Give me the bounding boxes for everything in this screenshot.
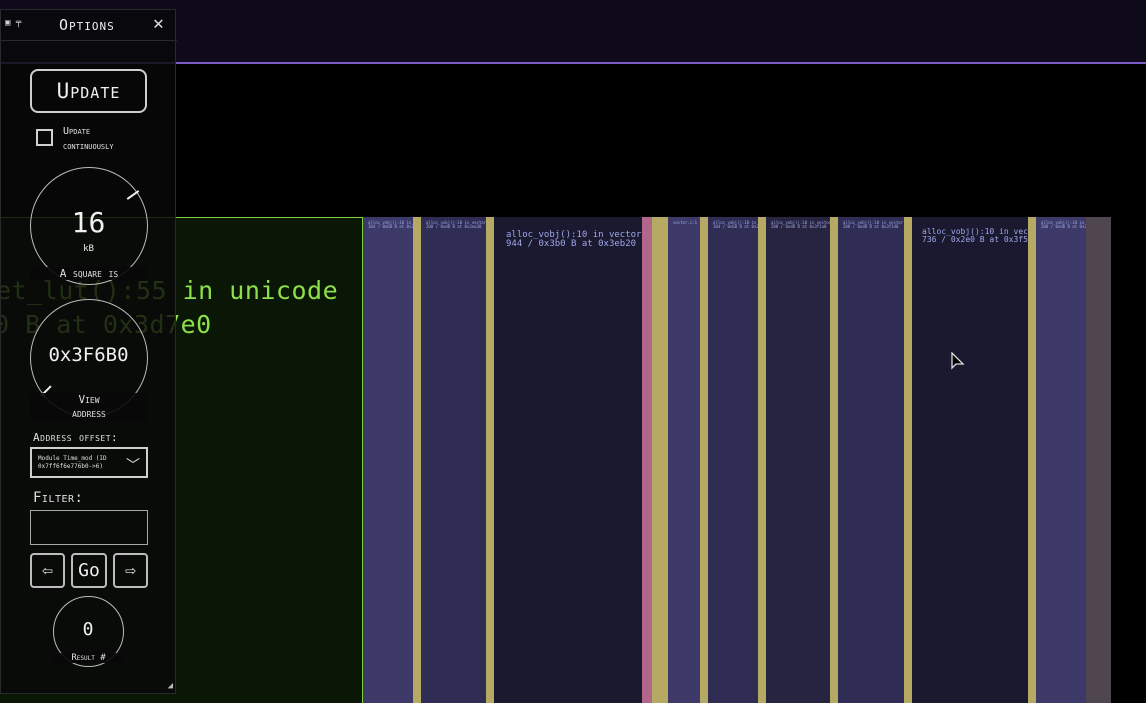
- block-violet[interactable]: alloc_vobj():10 in vector.c 208 / 0xd0 B…: [421, 217, 486, 703]
- options-panel: ▣ ╤ Options ✕ Update Update continuously…: [0, 9, 177, 694]
- block-gold[interactable]: [486, 217, 494, 703]
- square-size-unit: kB: [83, 244, 94, 254]
- view-address-value: 0x3F6B0: [48, 344, 129, 366]
- mouse-cursor-icon: [951, 352, 965, 370]
- address-offset-value: Module Time_mod (ID 0x7ff6f6e776b0->6): [38, 455, 107, 470]
- block-gold[interactable]: [830, 217, 838, 703]
- go-button[interactable]: Go: [71, 553, 107, 588]
- resize-grip-icon[interactable]: ◢: [168, 681, 173, 691]
- block-violet[interactable]: vector.c:1: [668, 217, 700, 703]
- block-violet[interactable]: alloc_vobj():10 in vector.c 104 / 0x68 B…: [708, 217, 758, 703]
- address-offset-label: Address offset:: [33, 431, 119, 444]
- update-button[interactable]: Update: [30, 69, 147, 113]
- square-size-value: 16: [71, 206, 106, 239]
- block-label: alloc_vobj():10 in vector.c 736 / 0x2e0 …: [922, 227, 1028, 245]
- block-label: alloc_vobj():10 in vector.c 104 / 0x68 B…: [713, 220, 758, 230]
- update-continuously-label: Update continuously: [63, 126, 114, 152]
- arrow-left-icon: ⇦: [42, 560, 53, 581]
- close-icon[interactable]: ✕: [153, 13, 164, 34]
- block-label: alloc_vobj():10 in vector.c 944 / 0x3b0 …: [506, 230, 642, 250]
- block-navy[interactable]: alloc_vobj():10 in vector.c 944 / 0x3b0 …: [494, 217, 642, 703]
- filter-label: Filter:: [33, 490, 84, 506]
- block-pink[interactable]: [642, 217, 652, 703]
- block-violet[interactable]: alloc_vobj():10 in vector.c 208 / 0xd0 B…: [838, 217, 904, 703]
- block-label: vector.c:1: [673, 220, 698, 225]
- previous-result-button[interactable]: ⇦: [30, 553, 65, 588]
- block-violet[interactable]: alloc_vobj():10 in vector.c 208 / 0xd0 B…: [1036, 217, 1086, 703]
- block-gold[interactable]: [700, 217, 708, 703]
- result-label: Result #: [53, 653, 124, 663]
- chevron-down-icon: ﹀: [126, 458, 140, 474]
- update-continuously-checkbox[interactable]: [36, 129, 53, 146]
- block-gold[interactable]: [413, 217, 421, 703]
- view-address-label: View address: [30, 393, 148, 421]
- block-gold[interactable]: [904, 217, 912, 703]
- arrow-right-icon: ⇨: [125, 560, 136, 581]
- next-result-button[interactable]: ⇨: [113, 553, 148, 588]
- block-gold[interactable]: [1028, 217, 1036, 703]
- filter-input[interactable]: [30, 510, 148, 545]
- block-gold[interactable]: [652, 217, 668, 703]
- knob-indicator: [126, 190, 140, 200]
- panel-title: Options: [59, 16, 115, 34]
- block-label: alloc_vobj():10 in vector.c 208 / 0xd0 B…: [771, 220, 830, 230]
- result-value: 0: [82, 619, 94, 640]
- block-label: alloc_vobj():10 in vector.c 208 / 0xd0 B…: [1041, 220, 1086, 230]
- block-violet[interactable]: alloc_vobj():10 in vector.c 104 / 0x68 B…: [363, 217, 413, 703]
- block-navy[interactable]: alloc_vobj():10 in vector.c 736 / 0x2e0 …: [912, 217, 1028, 703]
- square-size-label: A square is: [30, 267, 148, 280]
- pin-icon[interactable]: ▣ ╤: [5, 18, 21, 28]
- options-titlebar[interactable]: ▣ ╤ Options ✕: [1, 10, 177, 41]
- address-offset-select[interactable]: Module Time_mod (ID 0x7ff6f6e776b0->6) ﹀: [30, 447, 148, 478]
- block-label: alloc_vobj():10 in vector.c 208 / 0xd0 B…: [843, 220, 904, 230]
- block-grey[interactable]: [1086, 217, 1111, 703]
- block-label: alloc_vobj():10 in vector.c 208 / 0xd0 B…: [426, 220, 486, 230]
- block-violet[interactable]: alloc_vobj():10 in vector.c 208 / 0xd0 B…: [766, 217, 830, 703]
- block-gold[interactable]: [758, 217, 766, 703]
- block-label: alloc_vobj():10 in vector.c 104 / 0x68 B…: [368, 220, 413, 230]
